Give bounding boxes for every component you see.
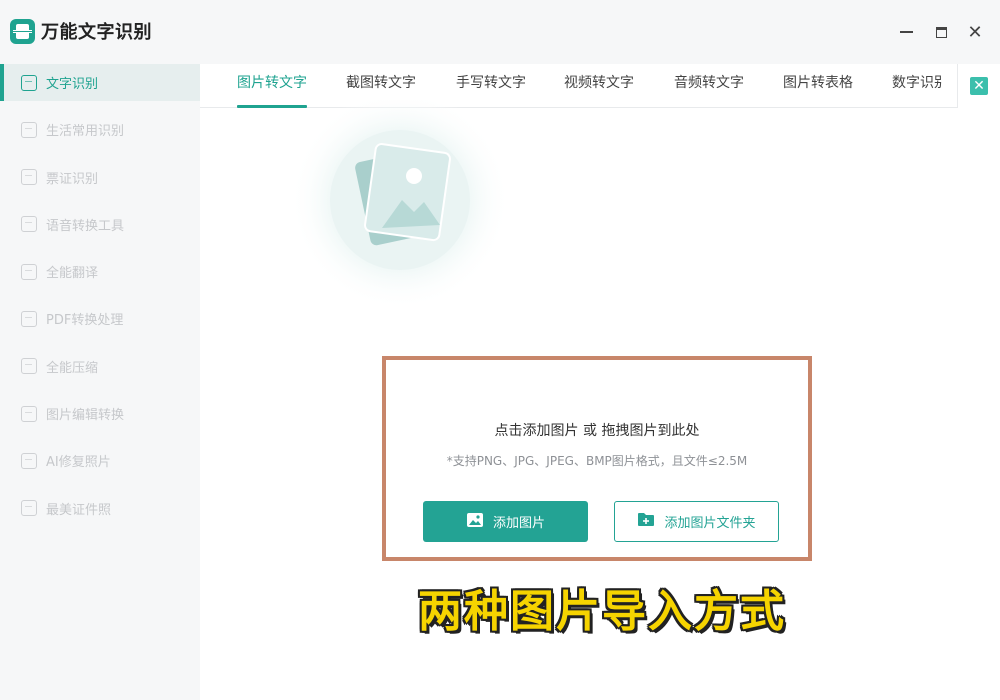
tab-audio-to-text[interactable]: 音频转文字 (674, 64, 744, 108)
voice-icon (21, 216, 37, 233)
add-image-button[interactable]: 添加图片 (423, 501, 588, 542)
sidebar-nav: 文字识别 生活常用识别 票证识别 语音转换工具 全能翻译 PDF转换处理 全能压… (0, 64, 200, 537)
sidebar-item-compress[interactable]: 全能压缩 (0, 348, 200, 385)
sidebar-item-translate[interactable]: 全能翻译 (0, 253, 200, 290)
add-image-folder-button[interactable]: 添加图片文件夹 (614, 501, 779, 542)
scan-icon (21, 121, 37, 138)
text-scan-icon (21, 74, 37, 91)
image-icon (466, 512, 484, 532)
sidebar-item-id-photo[interactable]: 最美证件照 (0, 490, 200, 527)
video-caption-overlay: 两种图片导入方式 (418, 586, 786, 637)
close-icon: ✕ (967, 21, 983, 43)
sidebar-item-pdf[interactable]: PDF转换处理 (0, 300, 200, 337)
upload-format-hint: *支持PNG、JPG、JPEG、BMP图片格式，且文件≤2.5M (446, 454, 748, 468)
picture-icon (290, 90, 510, 310)
close-button[interactable]: ✕ (963, 20, 987, 44)
sidebar-item-label: 全能压缩 (46, 360, 99, 376)
sidebar-item-label: AI修复照片 (46, 455, 111, 471)
compress-icon (21, 358, 37, 375)
upload-instruction: 点击添加图片 或 拖拽图片到此处 (494, 423, 700, 439)
tab-number-recognition[interactable]: 数字识别 (892, 64, 942, 108)
sidebar-item-label: 生活常用识别 (46, 124, 125, 140)
sidebar-item-ticket-recognition[interactable]: 票证识别 (0, 159, 200, 196)
image-placeholder-illustration (290, 90, 510, 320)
sidebar-item-image-edit[interactable]: 图片编辑转换 (0, 395, 200, 432)
tab-scroll-area: ✕ (957, 64, 1000, 108)
add-image-label: 添加图片 (492, 516, 545, 531)
sidebar-item-label: 语音转换工具 (46, 218, 125, 234)
upload-drop-zone[interactable]: 点击添加图片 或 拖拽图片到此处 *支持PNG、JPG、JPEG、BMP图片格式… (382, 356, 812, 561)
tab-more-button[interactable]: ✕ (970, 77, 988, 95)
maximize-button[interactable] (929, 20, 953, 44)
ai-repair-icon (21, 452, 37, 469)
image-edit-icon (21, 405, 37, 422)
app-logo: 万能文字识别 (10, 18, 152, 44)
sidebar: 万能文字识别 文字识别 生活常用识别 票证识别 语音转换工具 全能翻译 PDF转… (0, 0, 200, 700)
sidebar-item-daily-recognition[interactable]: 生活常用识别 (0, 111, 200, 148)
ticket-scan-icon (21, 169, 37, 186)
title-bar: ✕ (200, 0, 1000, 64)
minimize-button[interactable] (894, 20, 918, 44)
app-title: 万能文字识别 (41, 22, 152, 43)
id-photo-icon (21, 500, 37, 517)
sidebar-item-label: 票证识别 (46, 171, 99, 187)
sidebar-item-voice-tools[interactable]: 语音转换工具 (0, 206, 200, 243)
tab-overflow-clip: 数字识别 (892, 64, 942, 108)
minimize-icon (899, 31, 913, 33)
tab-video-to-text[interactable]: 视频转文字 (564, 64, 634, 108)
pdf-icon (21, 310, 37, 327)
sidebar-item-text-recognition[interactable]: 文字识别 (0, 64, 200, 101)
maximize-icon (935, 26, 947, 38)
sidebar-item-label: 最美证件照 (46, 502, 112, 518)
sidebar-item-ai-repair[interactable]: AI修复照片 (0, 442, 200, 479)
add-image-folder-label: 添加图片文件夹 (664, 516, 756, 531)
tab-image-to-table[interactable]: 图片转表格 (783, 64, 853, 108)
app-logo-icon (10, 18, 35, 44)
sidebar-item-label: 全能翻译 (46, 266, 99, 282)
folder-add-icon (637, 512, 655, 531)
sidebar-item-label: PDF转换处理 (46, 313, 124, 329)
sidebar-item-label: 文字识别 (46, 77, 99, 92)
sidebar-item-label: 图片编辑转换 (46, 408, 125, 424)
translate-icon (21, 263, 37, 280)
